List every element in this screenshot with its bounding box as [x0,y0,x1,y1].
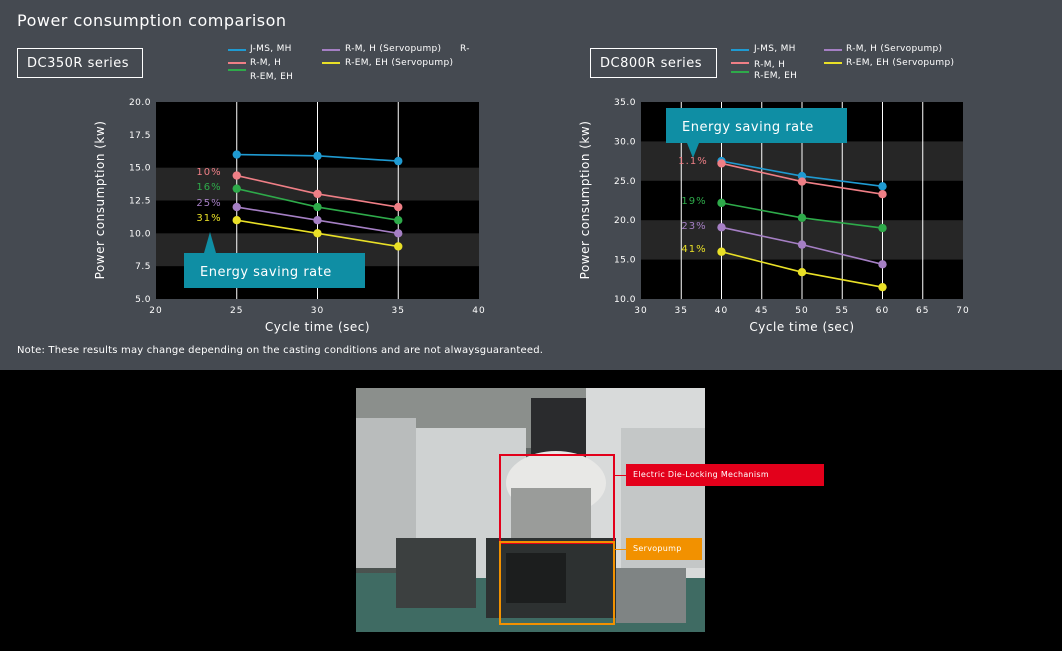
data-point [313,216,322,225]
data-point [878,189,887,199]
data-point [232,171,241,180]
callout-label: Energy saving rate [200,265,332,280]
rate-label: 16% [196,182,221,193]
data-point [313,202,322,212]
data-point [797,177,807,186]
x-tick-label: 40 [472,306,485,316]
comparison-panel: Power consumption comparison DC350R seri… [0,0,1062,370]
y-axis-label: Power consumption (kw) [578,121,592,280]
x-tick-label: 35 [675,306,688,316]
y-tick-label: 17.5 [129,131,151,141]
data-point [717,159,726,168]
data-point [232,216,241,225]
x-tick-label: 50 [795,306,808,316]
data-point [394,202,403,212]
data-point [797,213,807,223]
data-point [797,240,807,249]
servopump-highlight [499,541,615,625]
data-point [717,198,726,208]
x-tick-label: 55 [836,306,849,316]
rate-label: 19% [681,196,706,207]
x-tick-label: 45 [755,306,768,316]
rate-label: 23% [681,221,706,232]
y-tick-label: 7.5 [135,262,151,272]
data-point [313,189,322,199]
disclaimer-note: Note: These results may change depending… [17,345,544,356]
data-point [394,242,403,251]
rate-label: 41% [681,244,706,255]
x-tick-label: 70 [956,306,969,316]
y-tick-label: 20.0 [614,216,636,226]
data-point [232,202,241,212]
y-tick-label: 5.0 [135,295,151,305]
y-tick-label: 12.5 [129,197,151,207]
x-tick-label: 20 [149,306,162,316]
data-point [878,182,887,191]
y-tick-label: 30.0 [614,137,636,147]
y-tick-label: 10.0 [614,295,636,305]
data-point [394,229,403,238]
data-point [878,260,887,269]
data-point [313,229,322,238]
data-point [878,282,887,292]
y-tick-label: 25.0 [614,177,636,187]
x-tick-label: 40 [715,306,728,316]
y-tick-label: 35.0 [614,98,636,108]
x-axis-label: Cycle time (sec) [749,320,854,334]
data-point [797,268,807,277]
x-tick-label: 60 [876,306,889,316]
rate-label: 31% [196,213,221,224]
die-locking-callout: Electric Die-Locking Mechanism [626,464,824,486]
x-tick-label: 35 [392,306,405,316]
die-locking-highlight [499,454,615,544]
rate-label: 25% [196,198,221,209]
data-point [394,216,403,225]
charts-svg: 20 25 30 35 40 5.0 7.5 10.0 12.5 15.0 17.5 20.0 Cycl… [93,98,969,334]
callout-label: Energy saving rate [682,120,814,135]
x-tick-label: 30 [311,306,324,316]
data-point [313,151,322,161]
x-tick-label: 30 [634,306,647,316]
data-point [394,156,403,166]
data-point [717,223,726,232]
x-tick-label: 65 [916,306,929,316]
y-tick-label: 10.0 [129,229,151,239]
y-tick-label: 15.0 [614,256,636,266]
y-tick-label: 20.0 [129,98,151,108]
data-point [717,247,726,256]
data-point [232,150,241,159]
y-axis-label: Power consumption (kw) [93,121,107,280]
data-point [232,184,241,193]
x-tick-label: 25 [230,306,243,316]
y-tick-label: 15.0 [129,164,151,174]
servopump-callout: Servopump [626,538,702,560]
x-axis-label: Cycle time (sec) [265,320,370,334]
rate-label: 10% [196,167,221,178]
data-point [878,223,887,233]
